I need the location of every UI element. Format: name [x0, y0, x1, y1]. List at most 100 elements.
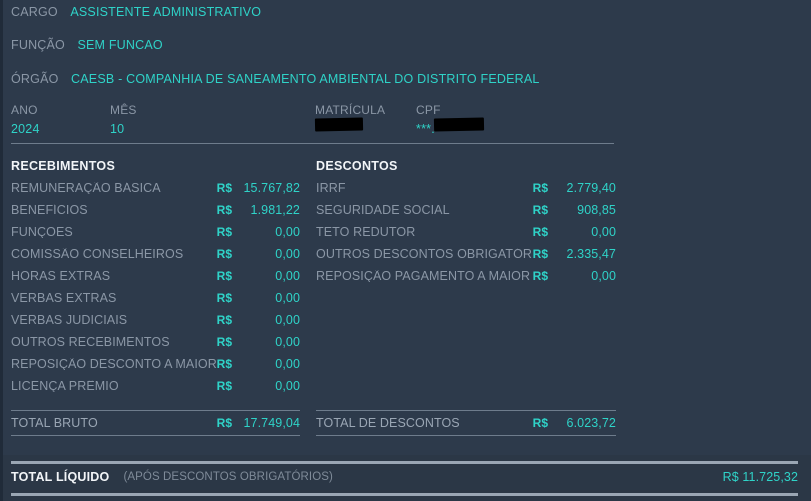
- payslip-sheet: CARGO ASSISTENTE ADMINISTRATIVO FUNÇÃO S…: [0, 0, 811, 455]
- deduction-row-label: OUTROS DESCONTOS OBRIGATÓRIOS: [316, 247, 533, 260]
- receipt-row-amount: 0,00: [275, 224, 300, 239]
- receipt-row-currency: R$: [216, 180, 232, 195]
- deductions-column: DESCONTOS IRRF R$ 2.779,40 SEGURIDADE SOCIA…: [316, 160, 616, 292]
- deductions-total-rule-bottom: [316, 435, 616, 436]
- deduction-row-currency: R$: [532, 202, 548, 217]
- receipt-row-amount: 0,00: [275, 356, 300, 371]
- ano-label: ANO: [11, 103, 38, 117]
- receipt-row-amount: 15.767,82: [243, 180, 300, 195]
- receipt-row-currency: R$: [216, 202, 232, 217]
- identification-row-orgao: ÓRGÃO CAESB - COMPANHIA DE SANEAMENTO AM…: [11, 73, 540, 86]
- receipts-total-currency: R$: [216, 416, 232, 430]
- receipt-row: FUNÇÕES R$ 0,00: [11, 224, 300, 248]
- field-mes: MÊS 10: [110, 104, 137, 136]
- net-pay-note: (APÓS DESCONTOS OBRIGATÓRIOS): [123, 471, 333, 483]
- field-ano: ANO 2024: [11, 104, 40, 136]
- funcao-value: SEM FUNCAO: [77, 38, 163, 52]
- matricula-label: MATRÍCULA: [315, 103, 386, 117]
- deduction-row-currency: R$: [532, 180, 548, 195]
- deductions-title: DESCONTOS: [316, 159, 398, 173]
- header-divider: [11, 143, 614, 144]
- net-pay-amount: R$ 11.725,32: [722, 470, 798, 484]
- mes-label: MÊS: [110, 103, 137, 117]
- funcao-label: FUNÇÃO: [11, 38, 65, 52]
- receipts-title: RECEBIMENTOS: [11, 159, 116, 173]
- receipt-row-currency: R$: [216, 268, 232, 283]
- receipt-row-amount: 0,00: [275, 334, 300, 349]
- receipt-row: BENEFÍCIOS R$ 1.981,22: [11, 202, 300, 226]
- matricula-redaction-bar: [314, 117, 364, 132]
- deduction-row-amount: 0,00: [591, 268, 616, 283]
- receipt-row: VERBAS JUDICIAIS R$ 0,00: [11, 312, 300, 336]
- receipt-row: OUTROS RECEBIMENTOS R$ 0,00: [11, 334, 300, 358]
- deductions-total-amount: 6.023,72: [566, 415, 616, 430]
- identification-row-cargo: CARGO ASSISTENTE ADMINISTRATIVO: [11, 6, 261, 19]
- receipt-row: LICENÇA PRÊMIO R$ 0,00: [11, 378, 300, 402]
- net-pay-label: TOTAL LÍQUIDO: [11, 470, 110, 484]
- receipt-row-label: LICENÇA PRÊMIO: [11, 379, 119, 392]
- deductions-rows: IRRF R$ 2.779,40 SEGURIDADE SOCIAL R$ 908,85 T…: [316, 180, 616, 292]
- receipts-column: RECEBIMENTOS REMUNERAÇÃO BÁSICA R$ 15.767,…: [11, 160, 300, 402]
- deduction-row-amount: 0,00: [591, 224, 616, 239]
- orgao-label: ÓRGÃO: [11, 72, 59, 86]
- deduction-row-label: IRRF: [316, 181, 346, 194]
- deduction-row-label: SEGURIDADE SOCIAL: [316, 203, 450, 216]
- receipt-row-amount: 0,00: [275, 290, 300, 305]
- receipt-row: VERBAS EXTRAS R$ 0,00: [11, 290, 300, 314]
- receipt-row-label: VERBAS JUDICIAIS: [11, 313, 128, 326]
- net-banner-rule-bottom: [11, 493, 798, 496]
- receipt-row-amount: 1.981,22: [250, 202, 300, 217]
- deduction-row-amount: 2.779,40: [566, 180, 616, 195]
- identification-row-funcao: FUNÇÃO SEM FUNCAO: [11, 39, 163, 52]
- receipt-row-currency: R$: [216, 312, 232, 327]
- receipt-row-amount: 0,00: [275, 246, 300, 261]
- deduction-row-amount: 2.335,47: [566, 246, 616, 261]
- deductions-total-label: TOTAL DE DESCONTOS: [316, 416, 460, 430]
- deduction-row-currency: R$: [532, 268, 548, 283]
- receipt-row-label: HORAS EXTRAS: [11, 269, 111, 282]
- receipt-row-label: REPOSIÇÃO DESCONTO A MAIOR: [11, 357, 217, 370]
- receipts-rows: REMUNERAÇÃO BÁSICA R$ 15.767,82 BENEFÍCIOS R…: [11, 180, 300, 402]
- receipt-row-amount: 0,00: [275, 312, 300, 327]
- orgao-value: CAESB - COMPANHIA DE SANEAMENTO AMBIENTA…: [71, 72, 540, 86]
- deduction-row-label: TETO REDUTOR: [316, 225, 416, 238]
- deduction-row-label: REPOSIÇÃO PAGAMENTO A MAIOR: [316, 269, 531, 282]
- left-edge-stripe: [0, 0, 3, 501]
- receipt-row: COMISSÃO CONSELHEIROS R$ 0,00: [11, 246, 300, 270]
- deduction-row: IRRF R$ 2.779,40: [316, 180, 616, 204]
- receipt-row-label: VERBAS EXTRAS: [11, 291, 117, 304]
- receipt-row: HORAS EXTRAS R$ 0,00: [11, 268, 300, 292]
- receipts-total-label: TOTAL BRUTO: [11, 416, 98, 430]
- deduction-row: SEGURIDADE SOCIAL R$ 908,85: [316, 202, 616, 226]
- deduction-row: OUTROS DESCONTOS OBRIGATÓRIOS R$ 2.335,47: [316, 246, 616, 270]
- net-pay-banner: TOTAL LÍQUIDO (APÓS DESCONTOS OBRIGATÓRI…: [0, 455, 811, 501]
- receipt-row: REPOSIÇÃO DESCONTO A MAIOR R$ 0,00: [11, 356, 300, 380]
- receipt-row: REMUNERAÇÃO BÁSICA R$ 15.767,82: [11, 180, 300, 204]
- receipt-row-amount: 0,00: [275, 268, 300, 283]
- receipt-row-label: BENEFÍCIOS: [11, 203, 88, 216]
- deduction-row-currency: R$: [532, 246, 548, 261]
- receipt-row-currency: R$: [216, 334, 232, 349]
- receipt-row-label: REMUNERAÇÃO BÁSICA: [11, 181, 161, 194]
- receipt-row-label: COMISSÃO CONSELHEIROS: [11, 247, 184, 260]
- receipt-row-amount: 0,00: [275, 378, 300, 393]
- cpf-redaction-bar: [433, 117, 485, 132]
- receipt-row-currency: R$: [216, 356, 232, 371]
- mes-value: 10: [110, 122, 125, 136]
- cpf-label: CPF: [416, 103, 441, 117]
- cargo-label: CARGO: [11, 5, 58, 19]
- receipts-total-row: TOTAL BRUTO R$ 17.749,04: [11, 411, 300, 435]
- receipt-row-currency: R$: [216, 290, 232, 305]
- net-pay-content: TOTAL LÍQUIDO (APÓS DESCONTOS OBRIGATÓRI…: [11, 461, 798, 493]
- deductions-total-row: TOTAL DE DESCONTOS R$ 6.023,72: [316, 411, 616, 435]
- receipts-total-amount: 17.749,04: [243, 415, 300, 430]
- deduction-row: REPOSIÇÃO PAGAMENTO A MAIOR R$ 0,00: [316, 268, 616, 292]
- receipt-row-label: FUNÇÕES: [11, 225, 73, 238]
- receipts-total-rule-bottom: [11, 435, 300, 436]
- cargo-value: ASSISTENTE ADMINISTRATIVO: [70, 5, 262, 19]
- deductions-total-block: TOTAL DE DESCONTOS R$ 6.023,72: [316, 410, 616, 436]
- receipts-total-block: TOTAL BRUTO R$ 17.749,04: [11, 410, 300, 436]
- receipt-row-label: OUTROS RECEBIMENTOS: [11, 335, 170, 348]
- receipt-row-currency: R$: [216, 224, 232, 239]
- receipt-row-currency: R$: [216, 246, 232, 261]
